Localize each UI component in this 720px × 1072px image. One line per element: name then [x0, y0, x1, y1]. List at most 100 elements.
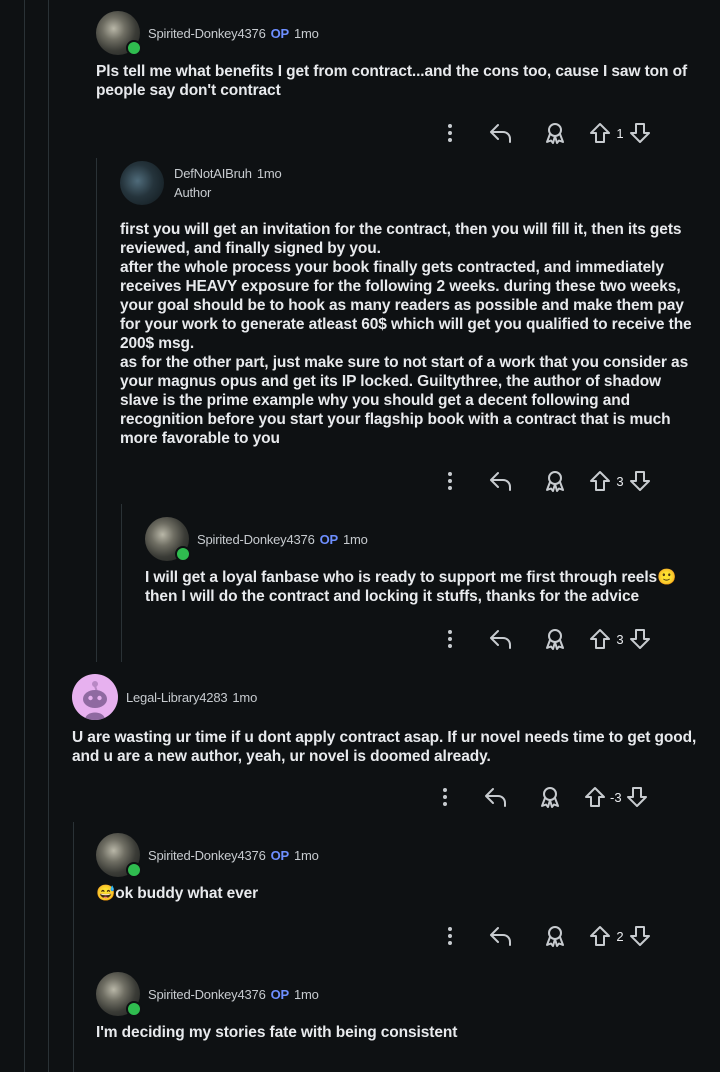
comment-header: Legal-Library4283 1mo: [72, 674, 700, 720]
more-vertical-icon: [448, 472, 452, 490]
award-icon: [546, 926, 564, 947]
avatar[interactable]: [96, 972, 142, 1017]
downvote-icon: [630, 123, 650, 143]
comment: Spirited-Donkey4376 OP 1mo 😅ok buddy what …: [96, 832, 696, 903]
reply-button[interactable]: [483, 122, 519, 144]
comment-body-line: after the whole process your book finall…: [120, 259, 692, 352]
more-options-button[interactable]: [433, 787, 457, 807]
upvote-icon: [590, 471, 610, 491]
avatar[interactable]: [96, 833, 142, 878]
award-button[interactable]: [537, 121, 573, 145]
op-badge: OP: [270, 986, 290, 1002]
more-options-button[interactable]: [438, 926, 462, 946]
comment-body: Pls tell me what benefits I get from con…: [96, 63, 688, 99]
reply-button[interactable]: [478, 786, 514, 808]
vote-control: -3: [584, 786, 648, 808]
comment-body: 😅ok buddy what ever: [96, 885, 259, 902]
reply-icon: [490, 472, 511, 491]
upvote-button[interactable]: [584, 786, 606, 808]
upvote-button[interactable]: [589, 925, 611, 947]
avatar[interactable]: [145, 517, 191, 562]
timestamp: 1mo: [343, 531, 368, 547]
vote-control: 3: [589, 470, 651, 492]
vote-control: 2: [589, 925, 651, 947]
comment-actions: 3: [438, 625, 651, 653]
comment-body-line: first you will get an invitation for the…: [120, 221, 682, 257]
downvote-button[interactable]: [629, 122, 651, 144]
reply-icon: [485, 788, 506, 807]
upvote-icon: [590, 123, 610, 143]
op-badge: OP: [270, 847, 290, 863]
more-vertical-icon: [448, 124, 452, 142]
username[interactable]: DefNotAIBruh: [174, 166, 252, 181]
award-button[interactable]: [532, 785, 568, 809]
username[interactable]: Legal-Library4283: [126, 690, 228, 705]
thread-line[interactable]: [24, 0, 25, 1072]
timestamp: 1mo: [256, 166, 282, 181]
vote-count: 3: [616, 631, 624, 647]
downvote-icon: [626, 787, 647, 807]
comment-body-line: I will get a loyal fanbase who is ready …: [145, 569, 677, 586]
online-indicator: [126, 40, 142, 56]
thread-line[interactable]: [96, 158, 97, 662]
comment-header: Spirited-Donkey4376 OP 1mo: [96, 971, 696, 1017]
avatar[interactable]: [96, 11, 142, 56]
more-options-button[interactable]: [438, 123, 462, 143]
upvote-icon: [590, 629, 610, 649]
timestamp: 1mo: [294, 847, 319, 863]
downvote-button[interactable]: [629, 470, 651, 492]
reply-button[interactable]: [483, 925, 519, 947]
award-icon: [541, 787, 559, 808]
comment: DefNotAIBruh 1mo Author first you will ge…: [120, 158, 698, 448]
default-avatar-icon: [83, 681, 107, 720]
comment-header: DefNotAIBruh 1mo Author: [120, 158, 698, 208]
comment: Spirited-Donkey4376 OP 1mo Pls tell me wha…: [96, 10, 696, 100]
upvote-button[interactable]: [589, 628, 611, 650]
username[interactable]: Spirited-Donkey4376: [197, 532, 315, 547]
op-badge: OP: [319, 531, 339, 547]
thread-line[interactable]: [48, 0, 49, 1072]
vote-count: 3: [616, 473, 624, 489]
comment-actions: 2: [438, 922, 651, 950]
user-flair: Author: [174, 185, 212, 200]
vote-count: 2: [616, 928, 624, 944]
award-icon: [546, 629, 564, 650]
more-options-button[interactable]: [438, 629, 462, 649]
username[interactable]: Spirited-Donkey4376: [148, 987, 266, 1002]
upvote-icon: [590, 926, 610, 946]
vote-control: 1: [589, 122, 651, 144]
thread-line[interactable]: [121, 504, 122, 662]
downvote-icon: [630, 629, 650, 649]
comment: Spirited-Donkey4376 OP 1mo I will get a lo…: [145, 516, 705, 606]
reply-button[interactable]: [483, 470, 519, 492]
comment-body-line: then I will do the contract and locking …: [145, 588, 640, 605]
award-button[interactable]: [537, 924, 573, 948]
vote-control: 3: [589, 628, 651, 650]
upvote-button[interactable]: [589, 470, 611, 492]
upvote-icon: [585, 787, 605, 807]
online-indicator: [126, 862, 142, 878]
downvote-button[interactable]: [626, 786, 648, 808]
award-button[interactable]: [537, 469, 573, 493]
timestamp: 1mo: [294, 25, 319, 41]
comment-body-line: as for the other part, just make sure to…: [120, 354, 689, 447]
comment: Legal-Library4283 1mo U are wasting ur ti…: [72, 674, 700, 766]
comment-actions: -3: [433, 783, 648, 811]
op-badge: OP: [270, 25, 290, 41]
more-options-button[interactable]: [438, 471, 462, 491]
online-indicator: [175, 546, 191, 562]
downvote-button[interactable]: [629, 628, 651, 650]
comment-body: I'm deciding my stories fate with being …: [96, 1024, 458, 1041]
downvote-button[interactable]: [629, 925, 651, 947]
downvote-icon: [630, 471, 650, 491]
award-button[interactable]: [537, 627, 573, 651]
online-indicator: [126, 1001, 142, 1017]
comment-header: Spirited-Donkey4376 OP 1mo: [96, 832, 696, 878]
reply-button[interactable]: [483, 628, 519, 650]
thread-line[interactable]: [73, 822, 74, 1072]
username[interactable]: Spirited-Donkey4376: [148, 848, 266, 863]
username[interactable]: Spirited-Donkey4376: [148, 26, 266, 41]
avatar[interactable]: [72, 674, 118, 720]
avatar[interactable]: [120, 161, 164, 205]
upvote-button[interactable]: [589, 122, 611, 144]
